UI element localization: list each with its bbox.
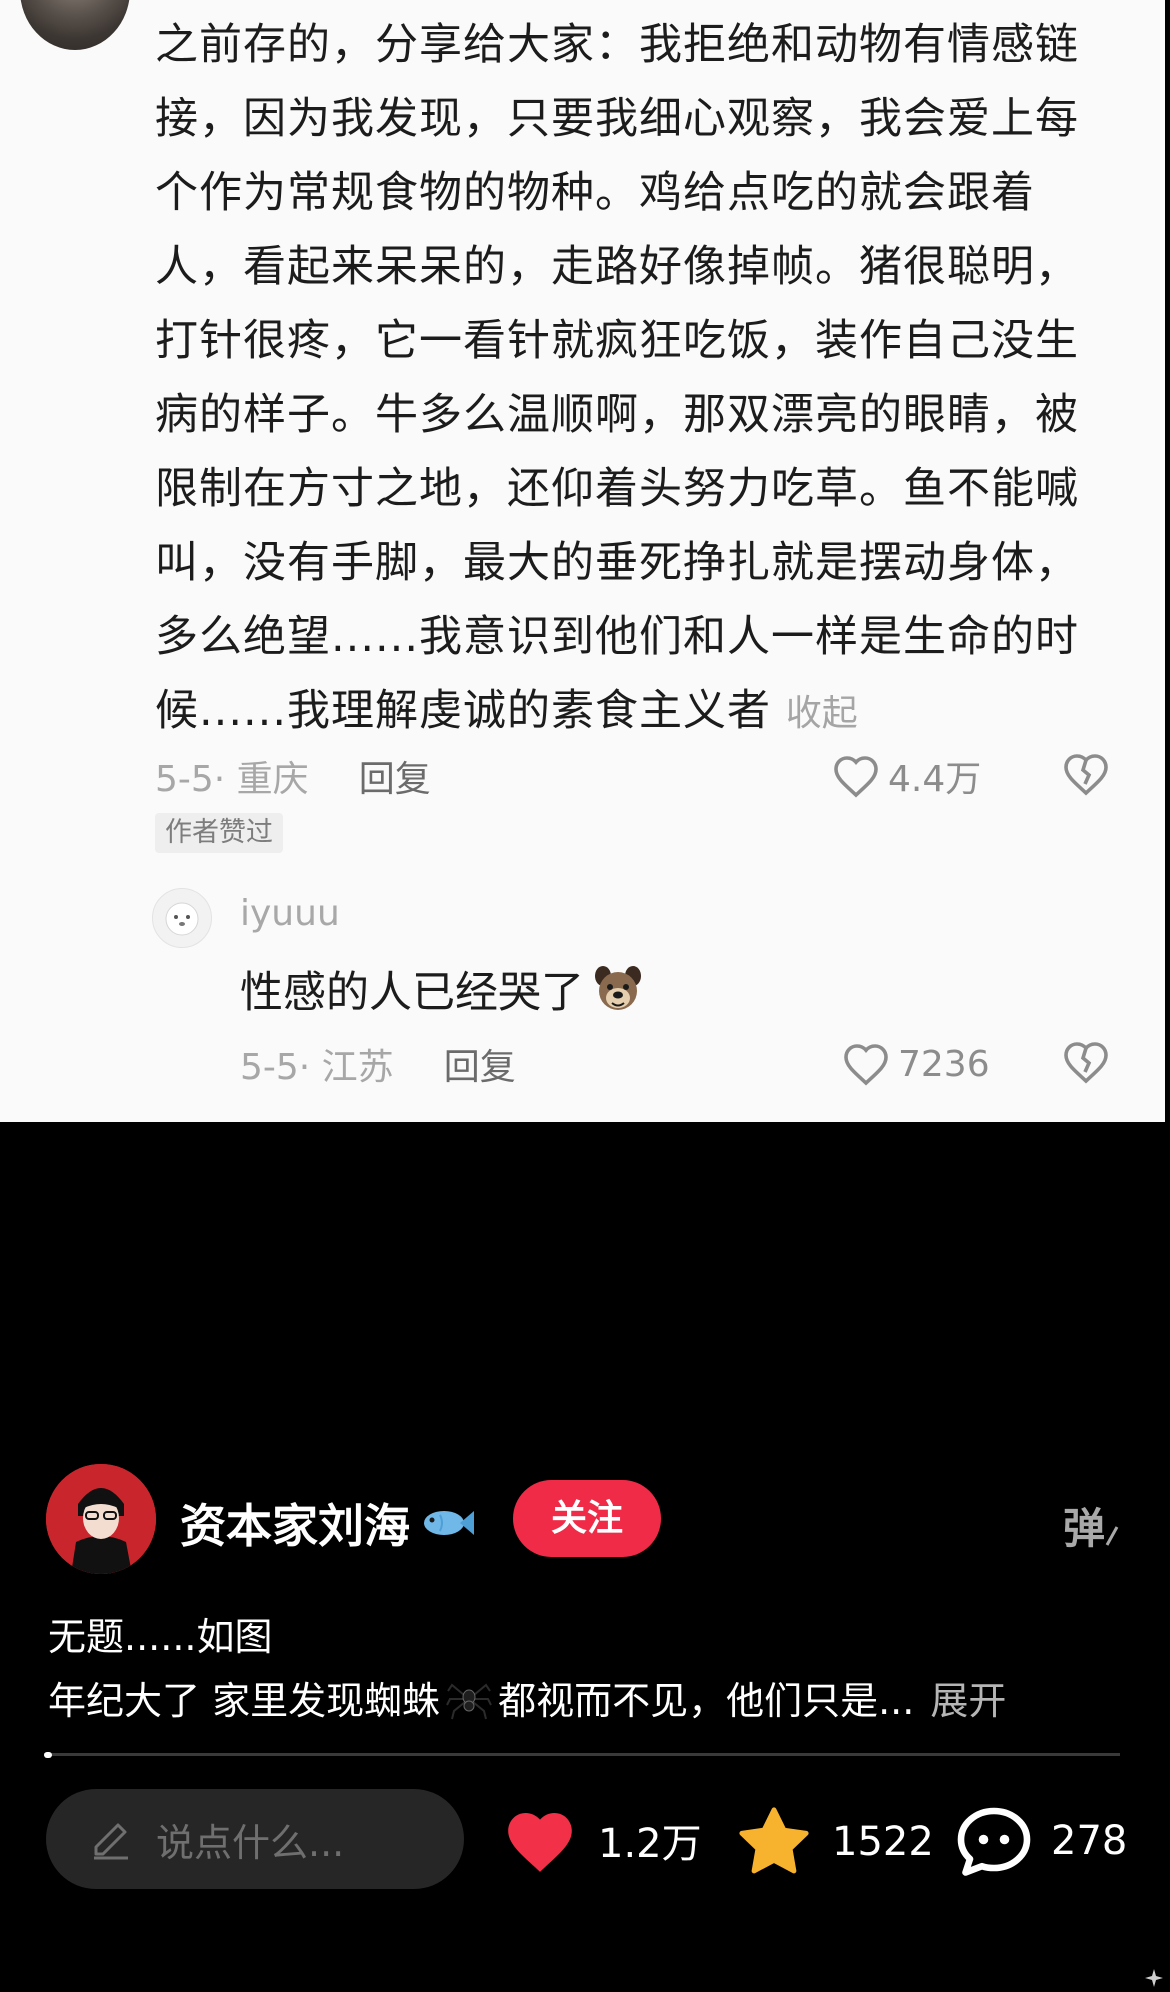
comment-content: 之前存的，分享给大家：我拒绝和动物有情感链接，因为我发现，只要我细心观察，我会爱… (155, 20, 1080, 736)
reply-like-count: 7236 (898, 1043, 990, 1085)
comment-date-location: 5-5· 重庆 (155, 759, 309, 800)
comment-like-count: 4.4万 (888, 759, 982, 800)
expand-link[interactable]: 展开 (930, 1670, 1006, 1725)
reply-date-location: 5-5· 江苏 (240, 1047, 394, 1088)
edit-slash-icon (1105, 1526, 1119, 1546)
reply-meta: 5-5· 江苏 回复 (240, 1036, 516, 1092)
author-liked-badge: 作者赞过 (155, 813, 283, 853)
post-title: 无题......如图 (48, 1615, 273, 1659)
dog-emoji-icon (595, 966, 641, 1010)
comment-text: 之前存的，分享给大家：我拒绝和动物有情感链接，因为我发现，只要我细心观察，我会爱… (155, 8, 1115, 751)
like-count: 1.2万 (598, 1821, 702, 1867)
broken-heart-icon[interactable] (1062, 1040, 1110, 1084)
comment-meta: 5-5· 重庆 回复 (155, 748, 431, 804)
favorite-button[interactable]: 1522 (734, 1805, 934, 1879)
comment-like-button[interactable]: 4.4万 (832, 748, 981, 804)
pencil-icon (94, 1823, 128, 1860)
reply-reply-button[interactable]: 回复 (444, 1038, 516, 1090)
collapse-link[interactable]: 收起 (786, 693, 858, 734)
sparkle-icon (1145, 1969, 1163, 1987)
follow-button[interactable]: 关注 (513, 1480, 661, 1557)
poster-name-text: 资本家刘海 (180, 1499, 410, 1553)
danmu-toggle[interactable]: 弹 (1063, 1495, 1119, 1556)
video-progress-bar[interactable] (44, 1752, 1120, 1758)
reply-like-button[interactable]: 7236 (842, 1036, 990, 1092)
reply-button[interactable]: 回复 (359, 750, 431, 802)
favorite-count: 1522 (832, 1819, 934, 1865)
post-description: 年纪大了 家里发现蜘蛛 都视而不见，他们只是... 展开 (48, 1670, 1006, 1725)
like-button[interactable]: 1.2万 (500, 1805, 702, 1875)
comment-button[interactable]: 278 (955, 1805, 1127, 1877)
avatar-illustration (46, 1464, 156, 1574)
comment-panel: 之前存的，分享给大家：我拒绝和动物有情感链接，因为我发现，只要我细心观察，我会爱… (0, 0, 1165, 1122)
reply-avatar[interactable] (152, 888, 212, 948)
speech-bubble-icon (957, 1807, 1031, 1876)
poster-avatar[interactable] (46, 1464, 156, 1574)
dog-avatar-icon (165, 902, 199, 936)
comment-input[interactable]: 说点什么... (46, 1789, 464, 1889)
heart-icon (508, 1812, 572, 1872)
commenter-avatar[interactable] (20, 0, 130, 50)
reply-content: 性感的人已经哭了 (240, 968, 584, 1018)
heart-outline-icon (844, 1044, 888, 1086)
heart-outline-icon (834, 756, 878, 798)
comment-input-placeholder: 说点什么... (156, 1820, 345, 1865)
post-desc-before: 年纪大了 家里发现蜘蛛 (48, 1679, 441, 1723)
fish-icon (424, 1511, 474, 1535)
star-icon (739, 1807, 809, 1874)
reply-text: 性感的人已经哭了 (240, 958, 644, 1020)
progress-fill (44, 1752, 52, 1758)
poster-name[interactable]: 资本家刘海 (180, 1490, 476, 1556)
spider-icon (446, 1683, 492, 1719)
reply-username[interactable]: iyuuu (240, 893, 340, 934)
comment-count: 278 (1051, 1818, 1128, 1864)
post-desc-after: 都视而不见，他们只是... (498, 1679, 915, 1723)
broken-heart-icon[interactable] (1062, 752, 1110, 796)
danmu-label: 弹 (1063, 1504, 1106, 1553)
